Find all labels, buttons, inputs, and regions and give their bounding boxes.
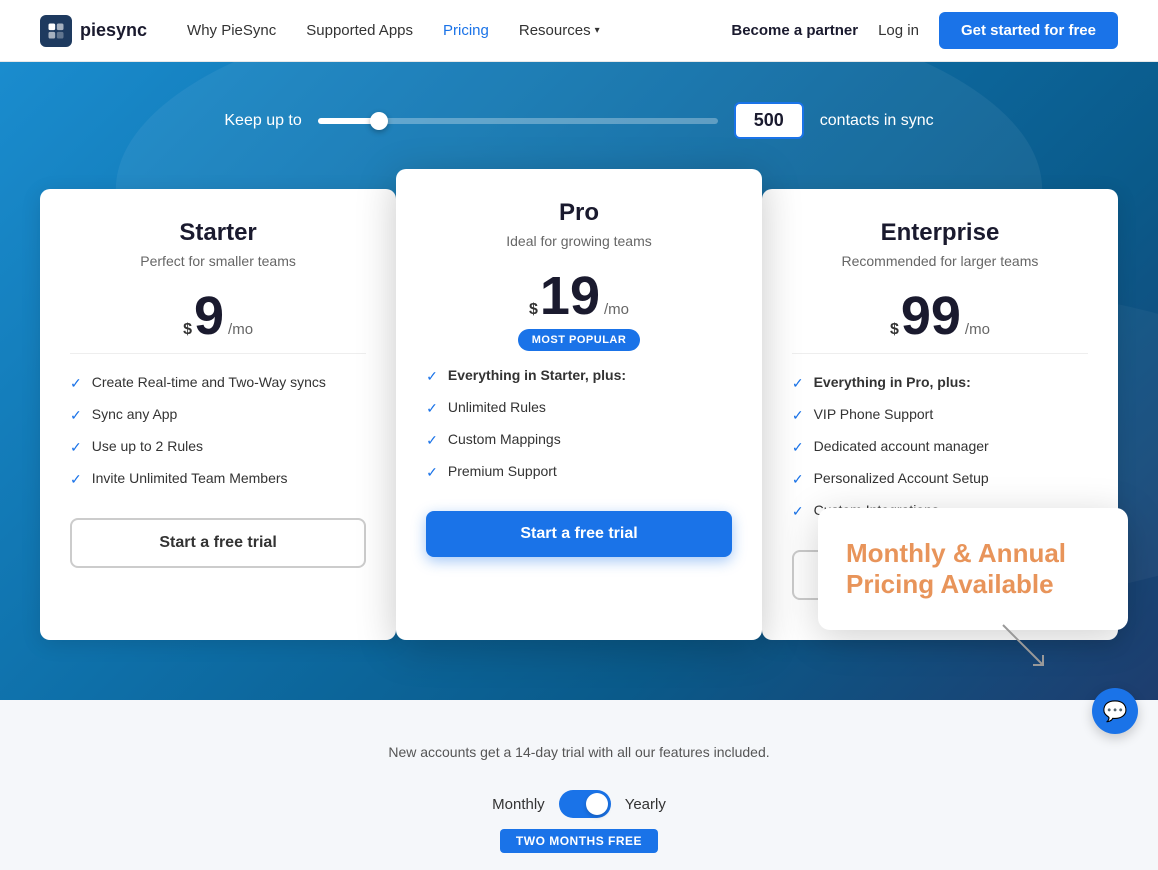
contacts-value[interactable]: 500 (734, 102, 804, 139)
pro-subtitle: Ideal for growing teams (426, 233, 732, 249)
nav-resources[interactable]: Resources ▾ (519, 22, 600, 39)
check-icon: ✓ (426, 400, 438, 417)
starter-subtitle: Perfect for smaller teams (70, 253, 366, 269)
bottom-section: New accounts get a 14-day trial with all… (0, 700, 1158, 870)
check-icon: ✓ (70, 439, 82, 456)
enterprise-title: Enterprise (792, 219, 1088, 247)
toggle-thumb (586, 793, 608, 815)
contacts-suffix: contacts in sync (820, 112, 934, 130)
list-item: ✓ Premium Support (426, 463, 732, 481)
list-item: ✓ Create Real-time and Two-Way syncs (70, 374, 366, 392)
pro-mo: /mo (604, 301, 629, 318)
monthly-label: Monthly (492, 796, 545, 813)
billing-toggle-section: Monthly Yearly (0, 780, 1158, 828)
navbar: piesync Why PieSync Supported Apps Prici… (0, 0, 1158, 62)
tooltip-text: Monthly & Annual Pricing Available (846, 538, 1100, 600)
starter-features: ✓ Create Real-time and Two-Way syncs ✓ S… (70, 374, 366, 488)
slider-thumb[interactable] (370, 112, 388, 130)
enterprise-dollar: $ (890, 321, 899, 339)
nav-pricing[interactable]: Pricing (443, 22, 489, 39)
check-icon: ✓ (792, 439, 804, 456)
check-icon: ✓ (792, 375, 804, 392)
list-item: ✓ Use up to 2 Rules (70, 438, 366, 456)
logo-icon (40, 15, 72, 47)
check-icon: ✓ (792, 407, 804, 424)
most-popular-badge: MOST POPULAR (518, 329, 641, 351)
check-icon: ✓ (426, 432, 438, 449)
check-icon: ✓ (426, 368, 438, 385)
contacts-slider-section: Keep up to 500 contacts in sync (0, 92, 1158, 169)
starter-card: Starter Perfect for smaller teams $ 9 /m… (40, 189, 396, 640)
check-icon: ✓ (792, 503, 804, 520)
list-item: ✓ VIP Phone Support (792, 406, 1088, 424)
check-icon: ✓ (792, 471, 804, 488)
enterprise-subtitle: Recommended for larger teams (792, 253, 1088, 269)
monthly-annual-tooltip: Monthly & Annual Pricing Available (818, 508, 1128, 630)
yearly-label: Yearly (625, 796, 666, 813)
check-icon: ✓ (70, 471, 82, 488)
list-item: ✓ Sync any App (70, 406, 366, 424)
billing-toggle[interactable] (559, 790, 611, 818)
two-months-free-badge: TWO MONTHS FREE (500, 829, 658, 853)
pro-title: Pro (426, 199, 732, 227)
slider-track[interactable] (318, 118, 718, 124)
pro-features: ✓ Everything in Starter, plus: ✓ Unlimit… (426, 367, 732, 481)
check-icon: ✓ (70, 407, 82, 424)
nav-links: Why PieSync Supported Apps Pricing Resou… (187, 22, 731, 39)
slider-fill (318, 118, 378, 124)
pro-price: $ 19 /mo (426, 269, 732, 323)
pricing-area: Starter Perfect for smaller teams $ 9 /m… (0, 169, 1158, 640)
list-item: ✓ Personalized Account Setup (792, 470, 1088, 488)
starter-dollar: $ (183, 321, 192, 339)
enterprise-mo: /mo (965, 321, 990, 338)
enterprise-divider (792, 353, 1088, 354)
list-item: ✓ Invite Unlimited Team Members (70, 470, 366, 488)
list-item: ✓ Unlimited Rules (426, 399, 732, 417)
list-item: ✓ Everything in Starter, plus: (426, 367, 732, 385)
pro-dollar: $ (529, 301, 538, 319)
starter-amount: 9 (194, 289, 224, 343)
nav-right: Become a partner Log in Get started for … (731, 12, 1118, 49)
billing-toggle-wrapper (559, 790, 611, 818)
starter-mo: /mo (228, 321, 253, 338)
keep-up-label: Keep up to (224, 112, 301, 130)
chat-icon: 💬 (1103, 699, 1128, 724)
pro-card: Pro Ideal for growing teams $ 19 /mo MOS… (396, 169, 762, 640)
nav-supported-apps[interactable]: Supported Apps (306, 22, 413, 39)
become-partner-link[interactable]: Become a partner (731, 22, 858, 39)
enterprise-amount: 99 (901, 289, 961, 343)
badge-row: MOST POPULAR (426, 329, 732, 367)
tooltip-arrow-icon (998, 620, 1048, 670)
footer-note: New accounts get a 14-day trial with all… (0, 744, 1158, 760)
check-icon: ✓ (70, 375, 82, 392)
pro-amount: 19 (540, 269, 600, 323)
list-item: ✓ Custom Mappings (426, 431, 732, 449)
starter-cta-button[interactable]: Start a free trial (70, 518, 366, 568)
enterprise-price: $ 99 /mo (792, 289, 1088, 343)
logo[interactable]: piesync (40, 15, 147, 47)
chevron-down-icon: ▾ (595, 25, 600, 36)
starter-divider (70, 353, 366, 354)
list-item: ✓ Everything in Pro, plus: (792, 374, 1088, 392)
hero-section: Keep up to 500 contacts in sync Starter … (0, 62, 1158, 700)
list-item: ✓ Dedicated account manager (792, 438, 1088, 456)
enterprise-features: ✓ Everything in Pro, plus: ✓ VIP Phone S… (792, 374, 1088, 520)
check-icon: ✓ (426, 464, 438, 481)
nav-why-piesync[interactable]: Why PieSync (187, 22, 276, 39)
login-link[interactable]: Log in (878, 22, 919, 39)
logo-text: piesync (80, 20, 147, 41)
support-chat-button[interactable]: 💬 (1092, 688, 1138, 734)
get-started-button[interactable]: Get started for free (939, 12, 1118, 49)
starter-title: Starter (70, 219, 366, 247)
starter-price: $ 9 /mo (70, 289, 366, 343)
pro-cta-button[interactable]: Start a free trial (426, 511, 732, 557)
